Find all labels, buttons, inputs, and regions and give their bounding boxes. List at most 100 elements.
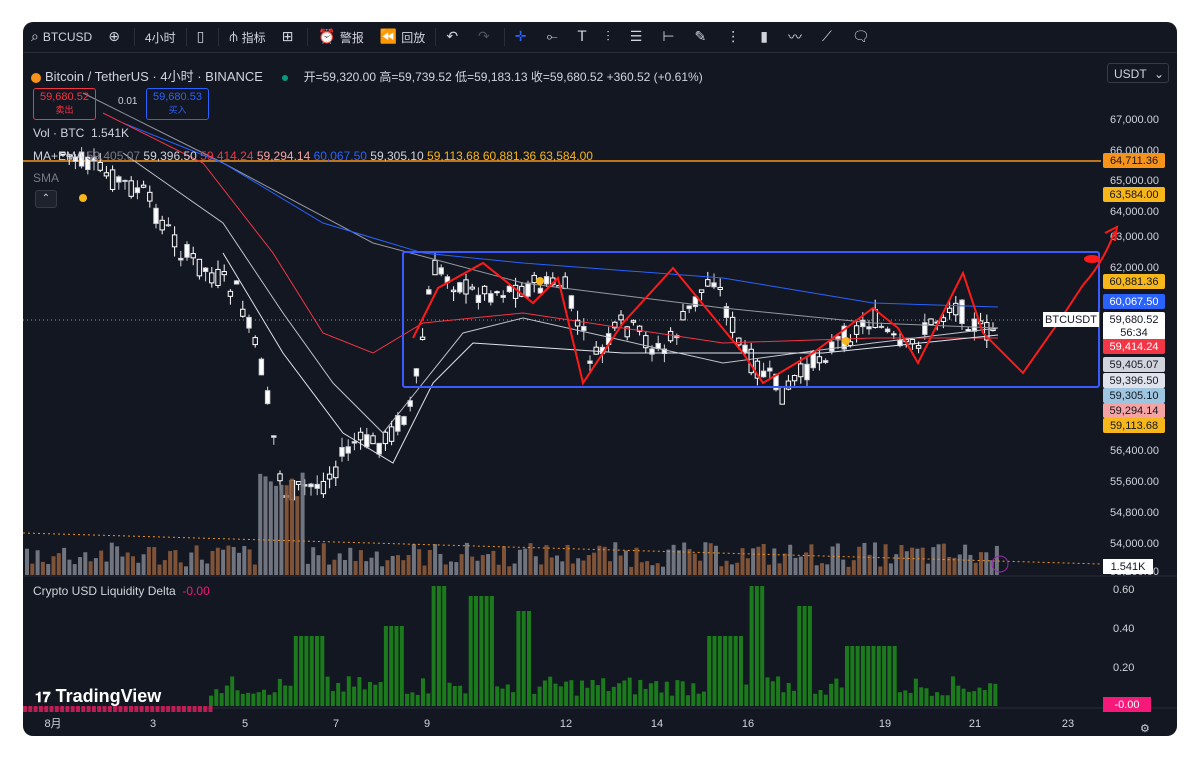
volume-bar — [608, 561, 612, 575]
indicator-bar — [293, 636, 298, 706]
candle — [227, 289, 234, 305]
indicator-neg-bar — [23, 706, 27, 712]
indicator-bar — [277, 678, 282, 706]
volume-bar — [459, 554, 464, 575]
candle — [953, 296, 959, 322]
indicator-bar — [246, 692, 251, 706]
indicator-bar — [601, 678, 606, 706]
market-open-dot — [282, 74, 289, 81]
measure-tool[interactable]: ⊢ — [654, 22, 686, 52]
ohlc-open: 开=59,320.00 — [303, 70, 377, 84]
indicator-bar — [770, 681, 775, 706]
layouts-button[interactable]: ⊞ — [274, 22, 306, 52]
volume-bar — [311, 547, 316, 575]
volume-bar — [146, 546, 151, 575]
candle — [481, 285, 488, 301]
time-axis-label: 14 — [651, 718, 663, 730]
chart-type-button[interactable]: ▯ — [189, 22, 217, 52]
symbol-search[interactable]: ⌕ BTCUSD — [23, 22, 100, 52]
volume-bar — [957, 554, 962, 575]
alert-button[interactable]: ⏰ 警报 — [310, 22, 371, 52]
volume-bar — [883, 544, 888, 575]
indicators-button[interactable]: ⫛ 指标 — [221, 22, 273, 52]
indicator-icon: ⫛ — [229, 29, 238, 45]
indicator-bar — [839, 687, 844, 706]
volume-bar — [899, 544, 904, 575]
undo-button[interactable]: ↶ — [438, 22, 470, 52]
ma-value: 59,405.07 — [86, 149, 144, 163]
forecast-tool[interactable]: ⋮ — [718, 22, 752, 52]
volume-bar — [385, 560, 390, 575]
candle — [500, 290, 506, 303]
indicator-bar — [717, 636, 722, 706]
plus-circle-icon: ⊕ — [108, 29, 120, 45]
volume-bar — [751, 548, 756, 575]
volume-bar — [62, 547, 67, 575]
indicator-bar — [845, 646, 849, 706]
bars-pattern-tool[interactable]: ▮ — [752, 22, 780, 52]
candle — [258, 357, 265, 376]
volume-bar — [438, 553, 443, 575]
candle — [128, 176, 134, 199]
add-symbol-button[interactable]: ⊕ — [100, 22, 132, 52]
candle — [320, 472, 327, 498]
ray-tool[interactable]: ⟋ — [814, 22, 844, 52]
indicator-bar — [823, 694, 828, 706]
indicator-legend: Crypto USD Liquidity Delta -0.00 — [33, 584, 210, 598]
fib-tool[interactable]: ☰ — [622, 22, 655, 52]
redo-button[interactable]: ↷ — [470, 22, 502, 52]
candle — [990, 322, 996, 332]
indicator-bar — [224, 685, 229, 706]
price-tag-text: 59,396.50 — [1110, 375, 1159, 387]
price-axis-label: 54,000.00 — [1110, 538, 1159, 550]
redo-icon: ↷ — [478, 29, 490, 45]
volume-bar — [814, 565, 819, 575]
price-tag: 59,396.50 — [1103, 373, 1165, 388]
volume-bar — [486, 554, 491, 575]
wave-tool[interactable]: 〰 — [780, 22, 814, 52]
crosshair-tool[interactable]: ✛ — [507, 22, 539, 52]
interval-button[interactable]: 4小时 — [137, 22, 184, 52]
volume-bar — [904, 551, 909, 575]
text-tool[interactable]: T — [570, 22, 599, 52]
pattern-tool[interactable]: ⫶ — [598, 22, 622, 52]
note-tool[interactable]: 🗨 — [844, 22, 882, 52]
indicator-bar — [993, 683, 998, 706]
volume-bar — [35, 550, 40, 575]
collapse-legend-button[interactable]: ⌃ — [35, 190, 57, 208]
volume-bar — [25, 548, 29, 575]
candle — [922, 313, 928, 340]
replay-button[interactable]: ⏪ 回放 — [372, 22, 433, 52]
indicator-bar — [500, 688, 505, 706]
price-axis-label: 54,800.00 — [1110, 507, 1159, 519]
candle — [221, 264, 227, 282]
interval-label: 4小时 — [144, 30, 176, 45]
candle — [271, 435, 277, 445]
volume-bar — [931, 547, 936, 575]
volume-bar — [570, 563, 575, 575]
volume-bar — [411, 544, 416, 575]
flash-icon — [991, 555, 1009, 573]
line-tool[interactable]: ⟜ — [539, 22, 570, 52]
candle — [698, 289, 705, 301]
indicator-value: -0.00 — [182, 584, 210, 598]
price-axis-label: 62,000.00 — [1110, 262, 1159, 274]
buy-button[interactable]: 59,680.53 买入 — [146, 88, 209, 120]
indicator-bar — [786, 683, 791, 706]
sell-button[interactable]: 59,680.52 卖出 — [33, 88, 96, 120]
indicators-label: 指标 — [241, 30, 266, 45]
volume-bar — [772, 548, 777, 575]
ma-value: 59,113.68 — [427, 149, 483, 163]
indicator-bar — [855, 646, 860, 706]
volume-bar — [162, 560, 167, 575]
indicator-bar — [956, 685, 961, 706]
indicator-bar — [219, 693, 224, 706]
indicator-bar — [251, 693, 256, 706]
volume-bar — [517, 549, 522, 575]
indicator-bar — [346, 676, 351, 706]
search-icon: ⌕ — [31, 29, 39, 45]
indicator-bar — [887, 646, 892, 706]
currency-select[interactable]: USDT ⌄ — [1107, 63, 1169, 83]
volume-bar — [788, 544, 793, 575]
brush-tool[interactable]: ✎ — [687, 22, 719, 52]
